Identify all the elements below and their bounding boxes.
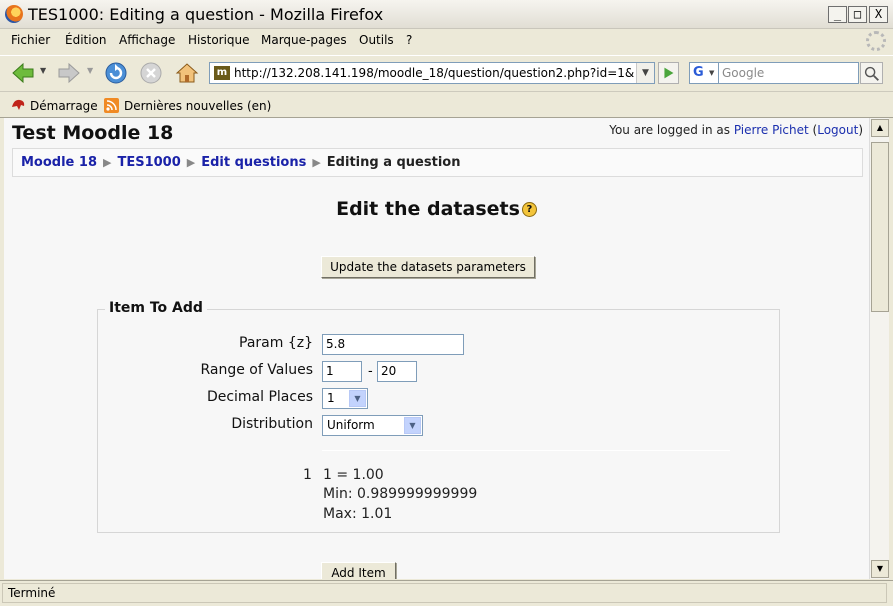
menu-affichage[interactable]: Affichage (119, 33, 175, 47)
breadcrumb-separator-icon: ▶ (186, 156, 196, 169)
item-max: Max: 1.01 (323, 506, 393, 522)
distribution-label: Distribution (231, 416, 313, 432)
menu-fichier[interactable]: Fichier (11, 33, 50, 47)
chevron-down-icon: ▼ (404, 417, 421, 434)
breadcrumb-moodle-18[interactable]: Moodle 18 (21, 155, 97, 170)
decimal-places-select[interactable]: 1 ▼ (322, 388, 368, 409)
logout-link[interactable]: Logout (817, 123, 858, 137)
chevron-down-icon: ▼ (349, 390, 366, 407)
range-max-input[interactable]: 20 (377, 361, 417, 382)
breadcrumb-edit-questions[interactable]: Edit questions (201, 155, 306, 170)
range-label: Range of Values (200, 362, 313, 378)
close-button[interactable]: X (869, 6, 888, 23)
param-input[interactable]: 5.8 (322, 334, 464, 355)
search-icon[interactable] (860, 62, 883, 84)
vertical-scrollbar[interactable]: ▲ ▼ (869, 118, 889, 579)
forward-history-dropdown-icon[interactable]: ▼ (87, 66, 93, 75)
forward-arrow-icon[interactable] (56, 60, 82, 86)
window-title: TES1000: Editing a question - Mozilla Fi… (28, 5, 384, 24)
back-arrow-icon[interactable] (10, 60, 36, 86)
site-title: Test Moodle 18 (12, 122, 174, 144)
item-result: 1 = 1.00 (323, 467, 384, 483)
page-content: Test Moodle 18 You are logged in as Pier… (4, 118, 869, 579)
url-text: http://132.208.141.198/moodle_18/questio… (234, 66, 634, 80)
moodle-favicon-icon: m (214, 66, 230, 80)
bookmark-red-icon (12, 99, 25, 110)
menu-marque-pages[interactable]: Marque-pages (261, 33, 347, 47)
menu-edition[interactable]: Édition (65, 33, 107, 47)
page-heading-text: Edit the datasets (336, 198, 520, 220)
back-history-dropdown-icon[interactable]: ▼ (40, 66, 46, 75)
stop-icon[interactable] (138, 60, 164, 86)
decimal-places-label: Decimal Places (206, 389, 313, 405)
breadcrumb-separator-icon: ▶ (103, 156, 112, 169)
rss-feed-icon (104, 98, 119, 113)
breadcrumb-bar: Moodle 18 ▶ TES1000 ▶ Edit questions ▶ Editing… (12, 148, 863, 177)
page-heading: Edit the datasets? (4, 198, 869, 220)
status-bar: Terminé (0, 580, 893, 606)
bookmark-demarrage[interactable]: Démarrage (30, 99, 98, 113)
decimal-places-value: 1 (327, 391, 335, 405)
range-separator: - (368, 364, 373, 379)
scroll-down-icon[interactable]: ▼ (871, 560, 889, 578)
item-min: Min: 0.989999999999 (323, 486, 478, 502)
breadcrumb-tes1000[interactable]: TES1000 (117, 155, 180, 170)
item-number: 1 (303, 467, 312, 483)
search-engine-dropdown-icon: ▼ (709, 69, 715, 77)
url-history-dropdown-icon[interactable]: ▼ (636, 63, 654, 83)
breadcrumb-current: Editing a question (326, 155, 461, 170)
firefox-logo-icon (5, 5, 23, 23)
search-input[interactable]: Google (719, 62, 859, 84)
bookmark-dernieres-nouvelles[interactable]: Dernières nouvelles (en) (124, 99, 271, 113)
menu-help[interactable]: ? (406, 33, 412, 47)
distribution-value: Uniform (327, 418, 375, 432)
search-placeholder: Google (722, 66, 765, 80)
search-engine-selector[interactable]: G ▼ (689, 62, 719, 84)
maximize-button[interactable]: □ (848, 6, 867, 23)
breadcrumb-separator-icon: ▶ (312, 156, 321, 169)
divider (322, 450, 730, 451)
param-label: Param {z} (239, 335, 313, 351)
fieldset-legend: Item To Add (105, 300, 207, 316)
status-text: Terminé (8, 586, 56, 600)
url-bar[interactable]: m http://132.208.141.198/moodle_18/quest… (209, 62, 655, 84)
update-datasets-button[interactable]: Update the datasets parameters (321, 256, 535, 278)
help-icon[interactable]: ? (521, 202, 537, 217)
reload-icon[interactable] (103, 60, 129, 86)
go-icon[interactable] (658, 62, 679, 84)
add-item-button[interactable]: Add Item (321, 562, 396, 579)
user-name-link[interactable]: Pierre Pichet (734, 123, 809, 137)
distribution-select[interactable]: Uniform ▼ (322, 415, 423, 436)
status-panel (2, 583, 887, 603)
minimize-button[interactable]: _ (828, 6, 847, 23)
activity-throbber-icon (866, 31, 886, 51)
google-g-icon: G (693, 65, 704, 80)
menu-historique[interactable]: Historique (188, 33, 250, 47)
scrollbar-thumb[interactable] (871, 142, 889, 312)
home-icon[interactable] (174, 60, 200, 86)
login-prefix: You are logged in as (609, 123, 734, 137)
range-min-input[interactable]: 1 (322, 361, 362, 382)
breadcrumb: Moodle 18 ▶ TES1000 ▶ Edit questions ▶ Editing… (21, 155, 460, 170)
menu-outils[interactable]: Outils (359, 33, 394, 47)
login-info: You are logged in as Pierre Pichet (Logo… (609, 123, 863, 137)
scroll-up-icon[interactable]: ▲ (871, 119, 889, 137)
